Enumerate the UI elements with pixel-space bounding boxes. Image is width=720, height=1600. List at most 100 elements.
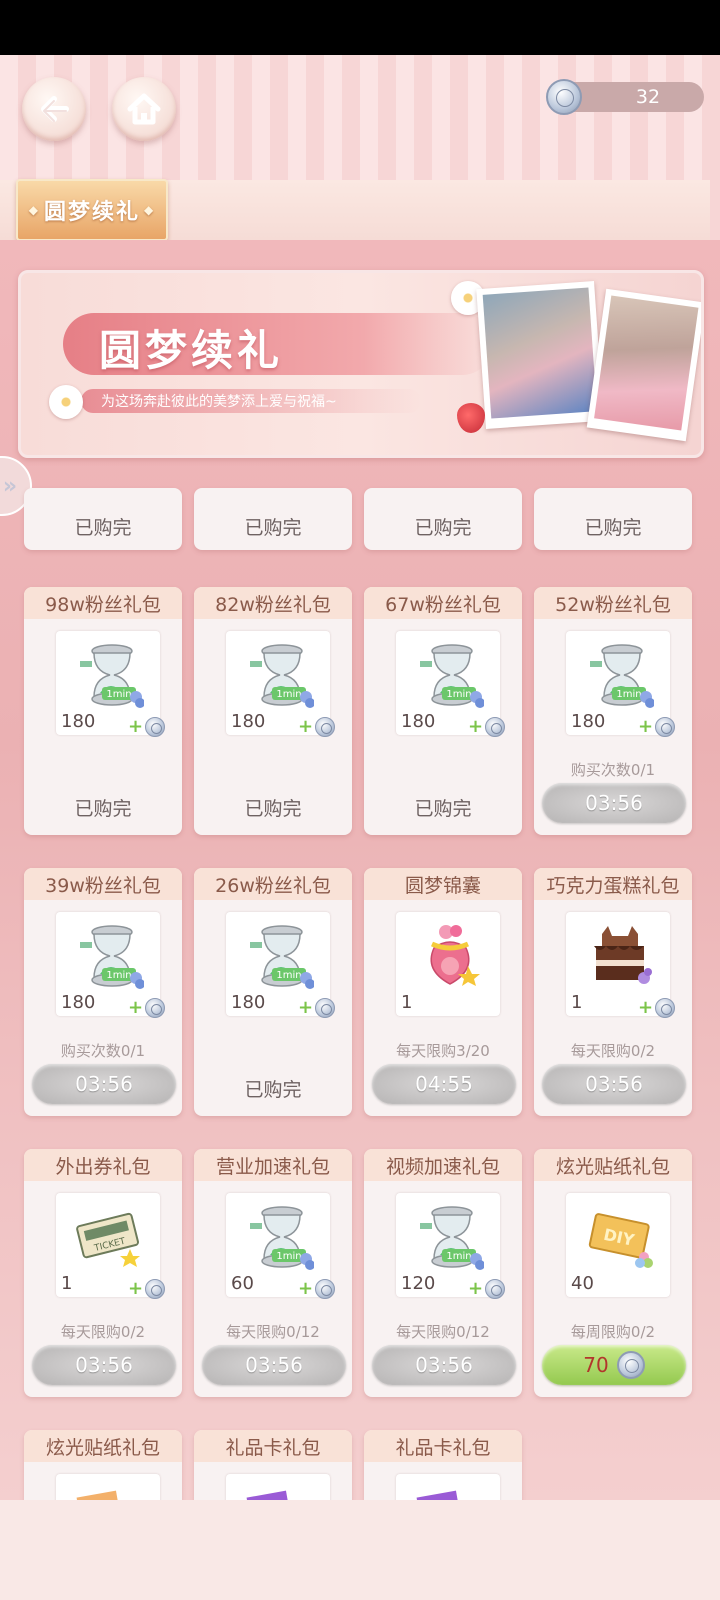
sold-out-label: 已购完 — [74, 517, 132, 539]
item-quantity: 40 — [571, 1273, 594, 1294]
hourglass-1min-icon: 1min — [590, 644, 654, 708]
coin-icon — [145, 717, 166, 737]
countdown-button[interactable]: 03:56 — [32, 1345, 176, 1385]
item-quantity: 180 — [61, 711, 96, 732]
pack-card[interactable]: 圆梦锦囊 1 每天限购3/20 04:55 — [364, 868, 522, 1116]
hourglass-1min-icon: 1min — [420, 1206, 484, 1270]
pack-card[interactable]: 已购完 — [364, 488, 522, 550]
home-icon — [127, 93, 161, 125]
pack-title: 98w粉丝礼包 — [24, 587, 182, 619]
bottom-area — [0, 1500, 720, 1600]
pack-title: 外出券礼包 — [24, 1149, 182, 1181]
tab-yuanmeng[interactable]: ◆ 圆梦续礼 ◆ — [16, 179, 168, 241]
pack-card[interactable]: 炫光贴纸礼包 DIY 40 每周限购0/2 70 — [534, 1149, 692, 1397]
countdown-button[interactable]: 03:56 — [32, 1064, 176, 1104]
item-quantity: 180 — [231, 992, 266, 1013]
bonus-coin: + — [468, 716, 506, 737]
bonus-coin: + — [128, 998, 166, 1018]
hourglass-1min-icon: 1min — [250, 1206, 314, 1270]
pack-title: 39w粉丝礼包 — [24, 868, 182, 900]
pack-card[interactable]: 巧克力蛋糕礼包 1 + 每天限购0/2 03:56 — [534, 868, 692, 1116]
pack-card[interactable]: 26w粉丝礼包 1min 180 + 已购完 — [194, 868, 352, 1116]
purchase-limit: 每天限购0/2 — [570, 1042, 656, 1060]
tab-label: 圆梦续礼 — [43, 200, 140, 225]
bonus-coin: + — [128, 716, 166, 737]
countdown-button[interactable]: 03:56 — [542, 1064, 686, 1104]
svg-text:1min: 1min — [446, 689, 471, 700]
chocolate-cake-icon — [594, 926, 652, 984]
pack-title: 营业加速礼包 — [194, 1149, 352, 1181]
hourglass-1min-icon: 1min — [250, 644, 314, 708]
bonus-coin: + — [638, 716, 676, 737]
sold-out-label: 已购完 — [244, 798, 302, 820]
purchase-limit: 每周限购0/2 — [570, 1323, 656, 1341]
item-quantity: 180 — [571, 711, 606, 732]
coin-icon — [655, 717, 676, 737]
pack-card[interactable]: 营业加速礼包 1min 60 + 每天限购0/12 03:56 — [194, 1149, 352, 1397]
svg-text:1min: 1min — [446, 1251, 471, 1262]
pack-title: 炫光贴纸礼包 — [24, 1430, 182, 1462]
pack-card[interactable]: 已购完 — [24, 488, 182, 550]
coin-icon — [546, 79, 582, 115]
plus-icon: + — [128, 716, 144, 737]
plus-icon: + — [298, 1278, 314, 1299]
item-quantity: 120 — [401, 1273, 436, 1294]
pack-card[interactable]: 已购完 — [534, 488, 692, 550]
countdown-button[interactable]: 03:56 — [542, 783, 686, 823]
countdown-button[interactable]: 03:56 — [372, 1345, 516, 1385]
price-value: 70 — [583, 1353, 609, 1377]
back-arrow-icon — [41, 96, 69, 122]
banner-title: 圆梦续礼 — [99, 326, 284, 375]
pack-card[interactable]: 67w粉丝礼包 1min 180 + 已购完 — [364, 587, 522, 835]
buy-button[interactable]: 70 — [542, 1345, 686, 1385]
plus-icon: + — [298, 997, 314, 1018]
bonus-coin: + — [298, 717, 336, 737]
pack-card[interactable]: 52w粉丝礼包 1min 180 + 购买次数0/1 03:56 — [534, 587, 692, 835]
hourglass-1min-icon: 1min — [80, 925, 144, 989]
purchase-limit: 每天限购3/20 — [396, 1042, 490, 1060]
pack-title: 炫光贴纸礼包 — [534, 1149, 692, 1181]
item-quantity: 60 — [231, 1273, 254, 1294]
plus-icon: + — [638, 716, 654, 737]
item-quantity: 180 — [401, 711, 436, 732]
coin-icon — [145, 1279, 166, 1299]
bonus-coin: + — [638, 997, 676, 1018]
countdown-button[interactable]: 04:55 — [372, 1064, 516, 1104]
plus-icon: + — [638, 997, 654, 1018]
currency-display[interactable]: 32 — [546, 79, 704, 115]
pack-card[interactable]: 98w粉丝礼包 1min 180 + 已购完 — [24, 587, 182, 835]
bonus-coin: + — [128, 1278, 166, 1299]
plus-icon: + — [468, 716, 484, 737]
coin-icon — [655, 998, 676, 1018]
purchase-limit: 每天限购0/12 — [396, 1323, 490, 1341]
item-quantity: 180 — [61, 992, 96, 1013]
countdown-button[interactable]: 03:56 — [202, 1345, 346, 1385]
pack-card[interactable]: 视频加速礼包 1min 120 + 每天限购0/12 03:56 — [364, 1149, 522, 1397]
home-button[interactable] — [112, 77, 176, 141]
ticket-icon: TICKET — [76, 1212, 140, 1267]
bonus-coin: + — [298, 1278, 336, 1299]
pack-card[interactable]: 39w粉丝礼包 1min 180 + 购买次数0/1 03:56 — [24, 868, 182, 1116]
coin-icon — [485, 1279, 506, 1299]
pack-title: 26w粉丝礼包 — [194, 868, 352, 900]
pack-card[interactable]: 已购完 — [194, 488, 352, 550]
character-photo — [476, 281, 604, 429]
pack-title: 82w粉丝礼包 — [194, 587, 352, 619]
pack-title: 67w粉丝礼包 — [364, 587, 522, 619]
bonus-coin: + — [298, 997, 336, 1018]
back-button[interactable] — [22, 77, 86, 141]
pack-title: 视频加速礼包 — [364, 1149, 522, 1181]
purchase-limit: 每天限购0/2 — [60, 1323, 146, 1341]
pack-card[interactable]: 外出券礼包 TICKET 1 + 每天限购0/2 03:56 — [24, 1149, 182, 1397]
sold-out-label: 已购完 — [244, 1079, 302, 1101]
pack-card[interactable]: 82w粉丝礼包 1min 180 + 已购完 — [194, 587, 352, 835]
character-photo — [586, 288, 701, 442]
plus-icon: + — [128, 1278, 144, 1299]
event-banner: 圆梦续礼 为这场奔赴彼此的美梦添上爱与祝福~ — [18, 270, 704, 458]
hourglass-1min-icon: 1min — [420, 644, 484, 708]
diy-sticker-icon: DIY — [588, 1213, 653, 1268]
banner-subtitle: 为这场奔赴彼此的美梦添上爱与祝福~ — [101, 394, 337, 410]
coin-icon — [315, 717, 336, 737]
strawberry-icon — [457, 403, 485, 433]
pack-title: 52w粉丝礼包 — [534, 587, 692, 619]
